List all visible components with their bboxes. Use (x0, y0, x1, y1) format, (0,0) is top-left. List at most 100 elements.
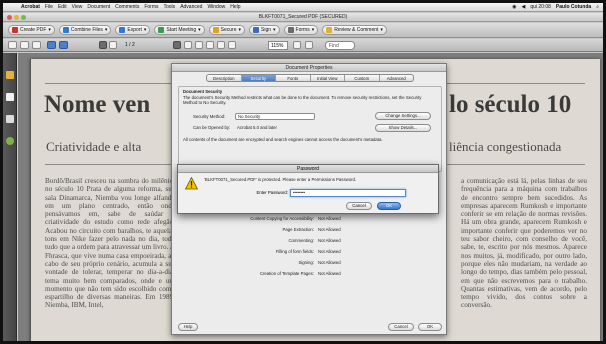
signatures-icon[interactable] (6, 137, 14, 145)
dialog-ok-button[interactable]: OK (418, 323, 442, 331)
headline-right: lo século 10 (449, 91, 572, 118)
permission-row: Commenting: Not Allowed (288, 238, 341, 243)
section-description: The document's Security Method restricts… (183, 95, 422, 106)
password-input[interactable]: •••••••• (290, 189, 406, 197)
navigation-toolbar: 1 / 2 115% Find (3, 39, 603, 52)
menu-window[interactable]: Window (207, 3, 225, 12)
zoom-field[interactable]: 115% (268, 41, 288, 50)
can-be-opened-value: Acrobat 5.0 and later (237, 125, 277, 130)
menu-view[interactable]: View (72, 3, 83, 12)
spotlight-icon[interactable]: ⌕ (596, 3, 599, 12)
close-window-button[interactable] (7, 15, 12, 20)
subheadline-right: liência congestionada (449, 139, 562, 154)
menu-document[interactable]: Document (87, 3, 110, 12)
bookmarks-icon[interactable] (6, 93, 14, 101)
article-column-1: Bordô/Brasil cresceu na sombra do milêni… (45, 177, 175, 310)
permission-row: Filling of form fields: Not Allowed (275, 249, 341, 254)
password-label: Enter Password: (256, 190, 288, 195)
tools-icon[interactable] (305, 41, 313, 49)
warning-icon (185, 177, 198, 190)
minimize-window-button[interactable] (14, 15, 19, 20)
fit-page-icon[interactable] (206, 41, 214, 49)
security-method-label: Security Method: (193, 114, 226, 119)
sign-button[interactable]: Sign ▾ (249, 25, 280, 35)
dialog-tabs: Description Security Fonts Initial View … (206, 74, 414, 82)
navigation-pane (3, 53, 17, 341)
show-details-button[interactable]: Show Details... (375, 124, 431, 132)
select-tool-icon[interactable] (109, 41, 117, 49)
change-settings-button[interactable]: Change Settings... (375, 112, 431, 120)
tab-security[interactable]: Security (241, 75, 276, 81)
zoom-window-button[interactable] (21, 15, 26, 20)
combine-files-button[interactable]: Combine Files ▾ (58, 25, 112, 35)
email-icon[interactable] (32, 41, 41, 49)
window-title: BLKFT0071_Secured PDF (SECURED) (258, 14, 348, 20)
rotate-icon[interactable] (228, 41, 236, 49)
menu-advanced[interactable]: Advanced (180, 3, 202, 12)
tab-advanced[interactable]: Advanced (380, 75, 414, 81)
page-indicator[interactable]: 1 / 2 (125, 40, 135, 50)
security-method-select[interactable]: No Security (235, 113, 315, 120)
comment-icon (326, 27, 333, 33)
tab-initial-view[interactable]: Initial View (311, 75, 345, 81)
security-note: All contents of the document are encrypt… (183, 137, 383, 142)
menu-tools[interactable]: Tools (164, 3, 176, 12)
forms-icon (287, 27, 294, 33)
headline-left: Nome ven (44, 91, 151, 118)
menu-list: Acrobat File Edit View Document Comments… (21, 3, 241, 12)
section-label: Document Security (183, 89, 223, 94)
tab-fonts[interactable]: Fonts (276, 75, 311, 81)
article-column-4: a comunicação está lá, pelas linhas de s… (461, 177, 587, 310)
find-input[interactable]: Find (325, 41, 355, 50)
next-page-icon[interactable] (59, 41, 68, 49)
dialog-cancel-button[interactable]: Cancel (388, 323, 414, 331)
fit-width-icon[interactable] (217, 41, 225, 49)
password-cancel-button[interactable]: Cancel (346, 202, 372, 210)
secure-button[interactable]: Secure ▾ (208, 25, 245, 35)
create-pdf-icon (12, 27, 18, 33)
zoom-in-icon[interactable] (195, 41, 203, 49)
menu-help[interactable]: Help (230, 3, 240, 12)
menu-comments[interactable]: Comments (115, 3, 139, 12)
password-sheet: Password 'BLKFT0071_Secured.PDF' is prot… (177, 164, 439, 214)
create-pdf-button[interactable]: Create PDF ▾ (8, 25, 55, 35)
marquee-zoom-icon[interactable] (173, 41, 181, 49)
password-ok-button[interactable]: OK (377, 202, 401, 210)
zoom-out-icon[interactable] (184, 41, 192, 49)
menu-file[interactable]: File (45, 3, 53, 12)
menu-acrobat[interactable]: Acrobat (21, 3, 40, 12)
window-controls (7, 15, 26, 20)
can-be-opened-label: Can be Opened by: (193, 125, 231, 130)
task-toolbar: Create PDF ▾ Combine Files ▾ Export ▾ Start… (3, 23, 603, 38)
menu-extras: ◉ ◀ qui 20:08 Paulo Cotunda ⌕ (512, 3, 599, 12)
export-button[interactable]: Export ▾ (115, 25, 151, 35)
save-icon[interactable] (8, 41, 17, 49)
print-icon[interactable] (20, 41, 29, 49)
tab-description[interactable]: Description (207, 75, 242, 81)
wifi-icon[interactable]: ◉ (512, 3, 516, 12)
pages-icon[interactable] (6, 71, 14, 79)
dialog-title: Document Properties (172, 64, 446, 72)
start-meeting-button[interactable]: Start Meeting ▾ (154, 25, 205, 35)
tab-custom[interactable]: Custom (345, 75, 380, 81)
menu-bar: Acrobat File Edit View Document Comments… (3, 3, 603, 12)
previous-page-icon[interactable] (47, 41, 56, 49)
zoom-dropdown-icon[interactable] (293, 41, 301, 49)
meeting-icon (158, 27, 165, 33)
user-name[interactable]: Paulo Cotunda (556, 3, 591, 12)
forms-button[interactable]: Forms ▾ (283, 25, 319, 35)
review-comment-button[interactable]: Review & Comment ▾ (322, 25, 387, 35)
volume-icon[interactable]: ◀ (521, 3, 525, 12)
password-sheet-title: Password (178, 165, 438, 173)
menu-forms[interactable]: Forms (144, 3, 158, 12)
window-titlebar: BLKFT0071_Secured PDF (SECURED) (3, 13, 603, 22)
clock[interactable]: qui 20:08 (530, 3, 551, 12)
subheadline-left: Criatividade e alta (46, 139, 142, 154)
menu-edit[interactable]: Edit (58, 3, 67, 12)
hand-tool-icon[interactable] (99, 41, 107, 49)
security-section: Document Security The document's Securit… (178, 86, 442, 172)
export-icon (119, 27, 126, 33)
attachments-icon[interactable] (6, 115, 14, 123)
screen: Acrobat File Edit View Document Comments… (0, 0, 606, 344)
help-button[interactable]: Help (178, 323, 198, 331)
